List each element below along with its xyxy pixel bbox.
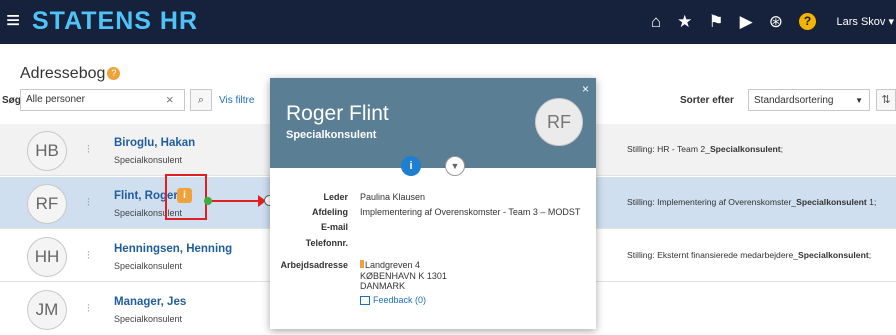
user-menu[interactable]: Lars Skov ▾ xyxy=(837,15,895,28)
org-chart-icon[interactable]: ⫶ xyxy=(87,303,90,316)
play-icon[interactable]: ▶ xyxy=(740,13,753,31)
position-text: Stilling: Eksternt finansierede medarbej… xyxy=(627,250,872,260)
help-icon[interactable]: ? xyxy=(799,13,816,30)
sort-label: Sorter efter xyxy=(680,95,734,106)
avatar: HH xyxy=(27,237,67,277)
page-title: Adressebog? xyxy=(20,65,121,83)
show-filters-link[interactable]: Vis filtre xyxy=(219,95,254,106)
sort-order-icon: ⇅ xyxy=(881,94,891,106)
address-line1: Landgreven 4 xyxy=(360,260,420,270)
sort-direction-button[interactable]: ⇅ xyxy=(876,89,896,111)
sort-select[interactable]: Standardsortering ▼ xyxy=(748,89,870,111)
person-name[interactable]: Manager, Jes xyxy=(114,296,186,308)
accessibility-icon[interactable]: ⊛ xyxy=(769,13,783,31)
close-icon[interactable]: × xyxy=(582,82,589,96)
address-label: Arbejdsadresse xyxy=(280,260,348,270)
annotation-highlight-box xyxy=(165,174,207,220)
search-input[interactable]: Alle personer xyxy=(20,89,185,111)
email-label: E-mail xyxy=(320,222,348,232)
person-popup-card: × Roger Flint Specialkonsulent RF i ▼ Le… xyxy=(270,78,596,329)
person-title: Specialkonsulent xyxy=(114,261,183,271)
map-pin-icon[interactable] xyxy=(360,260,364,268)
department-value: Implementering af Overenskomster - Team … xyxy=(360,207,581,217)
brand-title[interactable]: STATENS HR xyxy=(32,7,198,36)
popup-person-title: Specialkonsulent xyxy=(286,129,377,141)
search-label: Søg xyxy=(2,95,21,106)
popup-person-name: Roger Flint xyxy=(286,102,389,125)
top-bar: ≡ STATENS HR ⌂ ★ ⚑ ▶ ⊛ ? Lars Skov ▾ xyxy=(0,0,896,44)
avatar: JM xyxy=(27,290,67,330)
department-label: Afdeling xyxy=(312,207,348,217)
position-text: Stilling: Implementering af Overenskomst… xyxy=(627,197,877,207)
flag-icon[interactable]: ⚑ xyxy=(708,13,723,31)
address-line3: DANMARK xyxy=(360,281,406,291)
star-icon[interactable]: ★ xyxy=(677,13,692,31)
leader-label: Leder xyxy=(323,192,348,202)
leader-value: Paulina Klausen xyxy=(360,192,426,202)
feedback-link[interactable]: Feedback (0) xyxy=(360,295,426,306)
annotation-arrow-line xyxy=(212,200,264,202)
person-name[interactable]: Henningsen, Henning xyxy=(114,243,232,255)
search-icon: ⌕ xyxy=(197,94,205,106)
org-chart-icon[interactable]: ⫶ xyxy=(87,197,90,210)
top-icon-group: ⌂ ★ ⚑ ▶ ⊛ ? xyxy=(651,13,816,31)
person-title: Specialkonsulent xyxy=(114,314,183,324)
info-icon[interactable]: ? xyxy=(107,67,121,81)
feedback-icon xyxy=(360,296,370,306)
annotation-start-dot xyxy=(204,197,212,205)
clear-search-icon[interactable]: × xyxy=(166,93,174,106)
person-name[interactable]: Biroglu, Hakan xyxy=(114,137,195,149)
search-button[interactable]: ⌕ xyxy=(190,89,212,111)
popup-avatar: RF xyxy=(535,98,583,146)
avatar: RF xyxy=(27,184,67,224)
home-icon[interactable]: ⌂ xyxy=(651,13,661,31)
org-chart-icon[interactable]: ⫶ xyxy=(87,250,90,263)
user-name: Lars Skov xyxy=(836,16,886,28)
popup-header: × Roger Flint Specialkonsulent RF xyxy=(270,78,596,168)
org-chart-icon[interactable]: ⫶ xyxy=(87,144,90,157)
position-text: Stilling: HR - Team 2_Specialkonsulent; xyxy=(627,144,784,154)
sort-select-value: Standardsortering xyxy=(754,95,834,106)
address-line2: KØBENHAVN K 1301 xyxy=(360,271,447,281)
hamburger-menu-icon[interactable]: ≡ xyxy=(6,9,20,33)
phone-label: Telefonnr. xyxy=(305,238,348,248)
info-tab-icon[interactable]: i xyxy=(401,156,421,176)
page-title-text: Adressebog xyxy=(20,65,106,82)
avatar: HB xyxy=(27,131,67,171)
chevron-down-icon: ▼ xyxy=(855,96,863,105)
expand-more-icon[interactable]: ▼ xyxy=(445,156,465,176)
person-title: Specialkonsulent xyxy=(114,155,183,165)
